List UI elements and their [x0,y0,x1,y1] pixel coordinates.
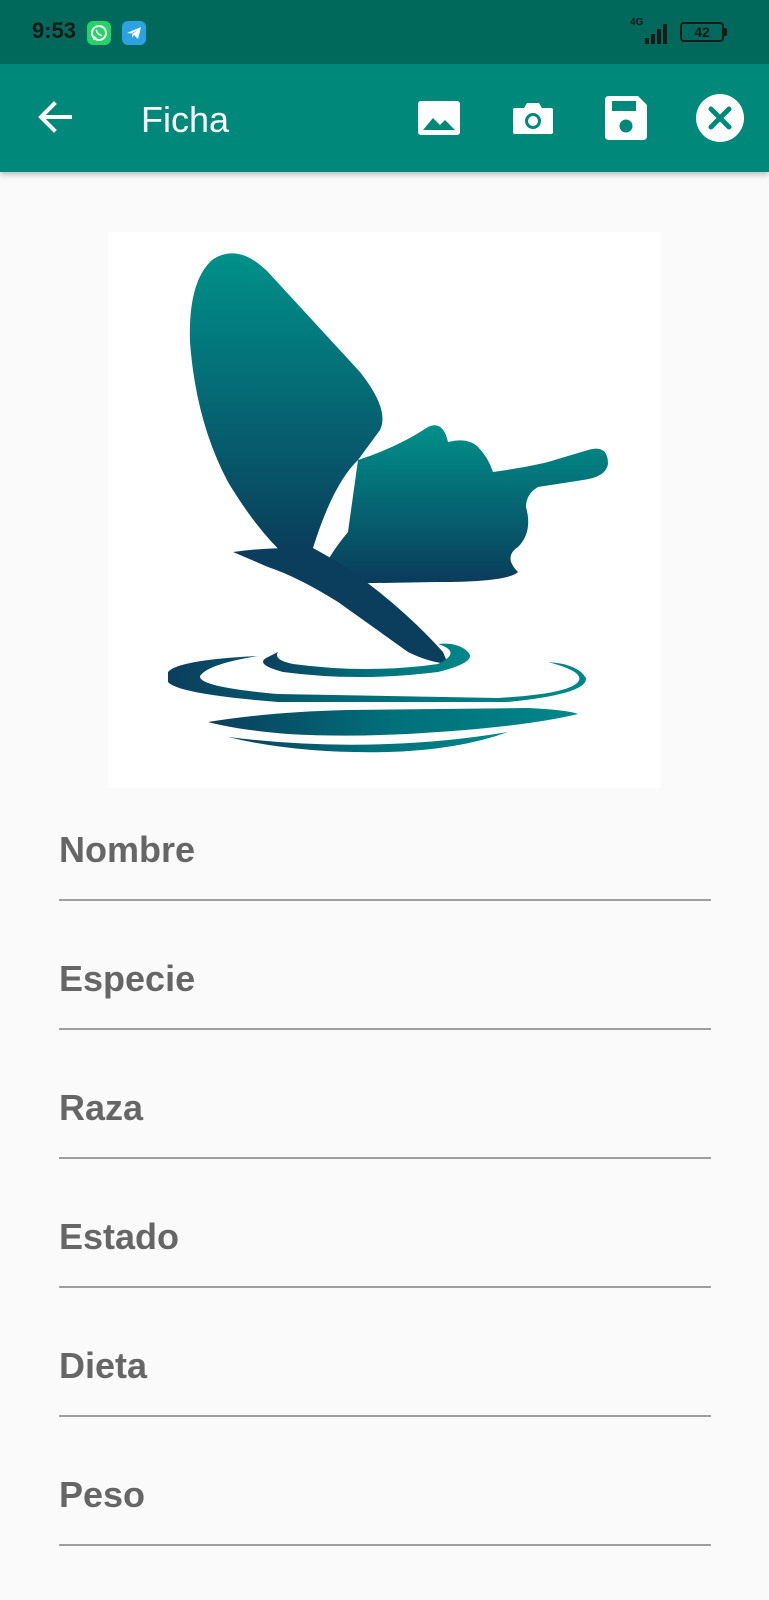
field-raza[interactable]: Raza [59,1052,711,1181]
pet-photo[interactable] [108,232,661,788]
gallery-button[interactable] [413,92,465,144]
signal-icon [645,24,667,44]
field-underline [59,1415,711,1417]
field-label: Dieta [59,1345,148,1386]
back-button[interactable] [30,92,80,142]
battery-tip [724,28,727,36]
field-estado[interactable]: Estado [59,1181,711,1310]
field-underline [59,1028,711,1030]
save-button[interactable] [600,92,652,144]
status-time: 9:53 [32,18,77,43]
field-especie[interactable]: Especie [59,923,711,1052]
image-gallery-icon [418,101,460,135]
app-bar: Ficha [0,64,769,172]
camera-button[interactable] [507,92,559,144]
battery-level: 42 [694,24,710,40]
field-label: Estado [59,1216,180,1257]
field-underline [59,1157,711,1159]
network-type: 4G [630,17,644,28]
field-label: Nombre [59,829,196,870]
field-underline [59,899,711,901]
close-button[interactable] [694,92,746,144]
telegram-icon [122,21,146,45]
status-bar: 9:53 4G 42 [0,0,769,64]
field-nombre[interactable]: Nombre [59,794,711,923]
field-label: Especie [59,958,196,999]
field-dieta[interactable]: Dieta [59,1310,711,1439]
field-label: Raza [59,1087,144,1128]
close-icon [696,94,744,142]
camera-icon [513,103,553,134]
field-peso[interactable]: Peso [59,1439,711,1568]
whatsapp-icon [87,21,111,45]
field-underline [59,1544,711,1546]
arrow-back-icon [38,101,72,133]
field-label: Peso [59,1474,146,1515]
field-underline [59,1286,711,1288]
butterfly-logo [168,253,608,753]
save-icon [605,96,647,140]
battery-icon: 42 [680,22,724,42]
page-title: Ficha [141,99,230,140]
